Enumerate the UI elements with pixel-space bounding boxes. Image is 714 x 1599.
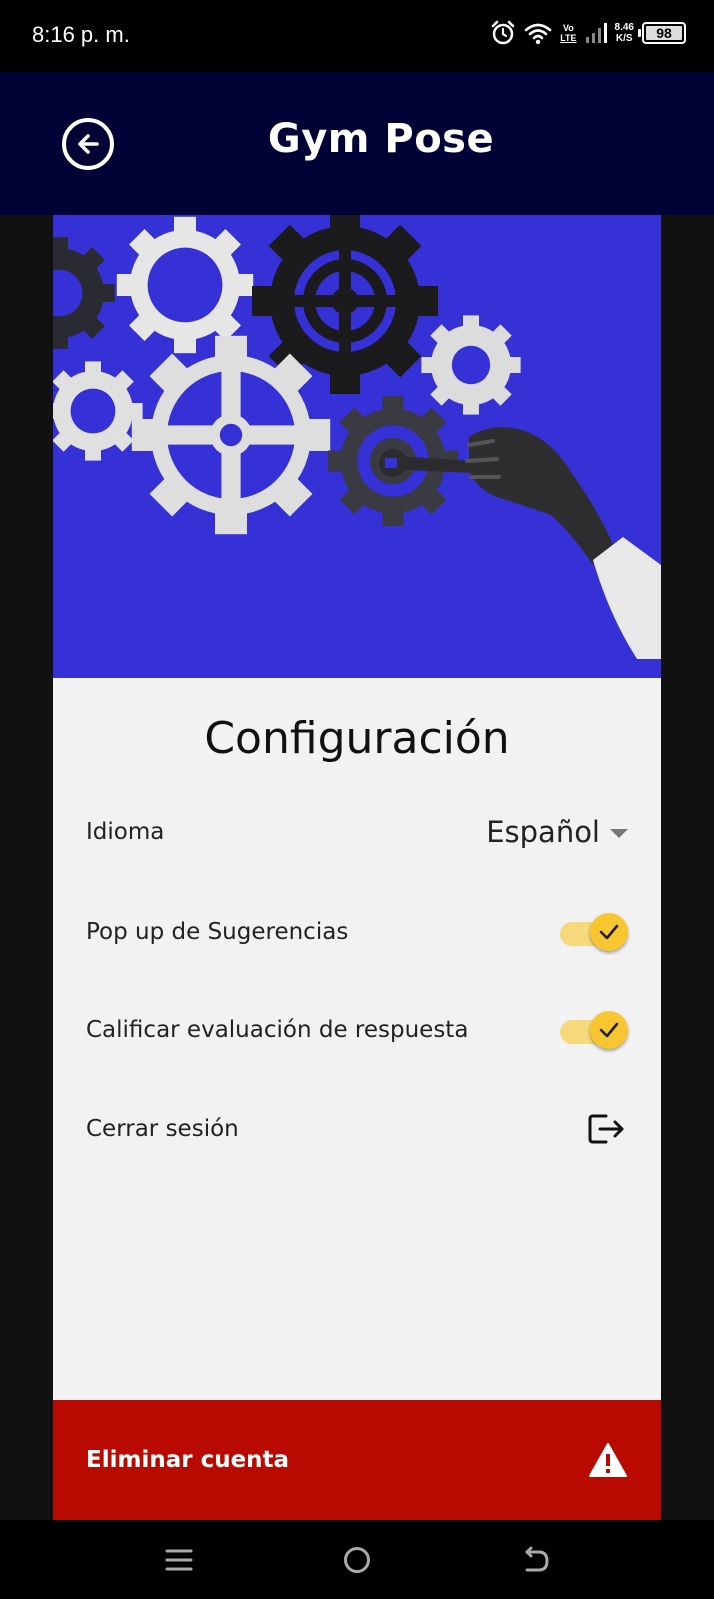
status-icons: Vo LTE 8.46 K/S 98 bbox=[490, 20, 686, 46]
chevron-down-icon bbox=[610, 828, 628, 838]
battery-icon: 98 bbox=[638, 22, 686, 44]
language-label: Idioma bbox=[86, 819, 165, 845]
volte-indicator: Vo LTE bbox=[560, 23, 577, 43]
page-title: Configuración bbox=[204, 713, 510, 764]
language-value: Español bbox=[486, 815, 600, 849]
hero-illustration bbox=[53, 215, 661, 678]
menu-icon bbox=[165, 1549, 193, 1571]
delete-account-label: Eliminar cuenta bbox=[86, 1447, 290, 1473]
warning-icon bbox=[589, 1443, 627, 1477]
home-button[interactable] bbox=[337, 1540, 377, 1580]
rate-evaluation-label: Calificar evaluación de respuesta bbox=[86, 1017, 469, 1043]
popup-suggestions-toggle[interactable] bbox=[558, 912, 628, 952]
logout-button[interactable] bbox=[584, 1107, 628, 1151]
signal-icon bbox=[585, 22, 607, 44]
back-arrow-icon bbox=[525, 1546, 549, 1572]
logout-row[interactable]: Cerrar sesión bbox=[86, 1099, 628, 1159]
delete-account-button[interactable]: Eliminar cuenta bbox=[53, 1400, 661, 1520]
rate-evaluation-toggle[interactable] bbox=[558, 1010, 628, 1050]
alarm-icon bbox=[490, 20, 516, 46]
settings-card: Configuración Idioma Español Pop up de S… bbox=[53, 215, 661, 1520]
menu-button[interactable] bbox=[159, 1540, 199, 1580]
app-bar: Gym Pose bbox=[0, 72, 714, 215]
check-icon bbox=[599, 924, 619, 940]
logout-icon bbox=[588, 1114, 624, 1144]
rate-evaluation-row: Calificar evaluación de respuesta bbox=[86, 1000, 628, 1060]
system-back-button[interactable] bbox=[516, 1540, 556, 1580]
system-nav-bar bbox=[0, 1520, 714, 1599]
language-dropdown[interactable]: Español bbox=[486, 815, 628, 849]
check-icon bbox=[599, 1022, 619, 1038]
logout-label: Cerrar sesión bbox=[86, 1116, 239, 1142]
net-speed: 8.46 K/S bbox=[614, 22, 634, 44]
language-row: Idioma Español bbox=[86, 802, 628, 862]
status-bar: 8:16 p. m. Vo LTE 8.46 K/S 98 bbox=[0, 0, 714, 72]
popup-suggestions-label: Pop up de Sugerencias bbox=[86, 919, 349, 945]
home-circle-icon bbox=[344, 1547, 370, 1573]
popup-suggestions-row: Pop up de Sugerencias bbox=[86, 902, 628, 962]
status-time: 8:16 p. m. bbox=[32, 22, 130, 47]
app-title: Gym Pose bbox=[267, 116, 495, 162]
wifi-icon bbox=[524, 21, 552, 45]
